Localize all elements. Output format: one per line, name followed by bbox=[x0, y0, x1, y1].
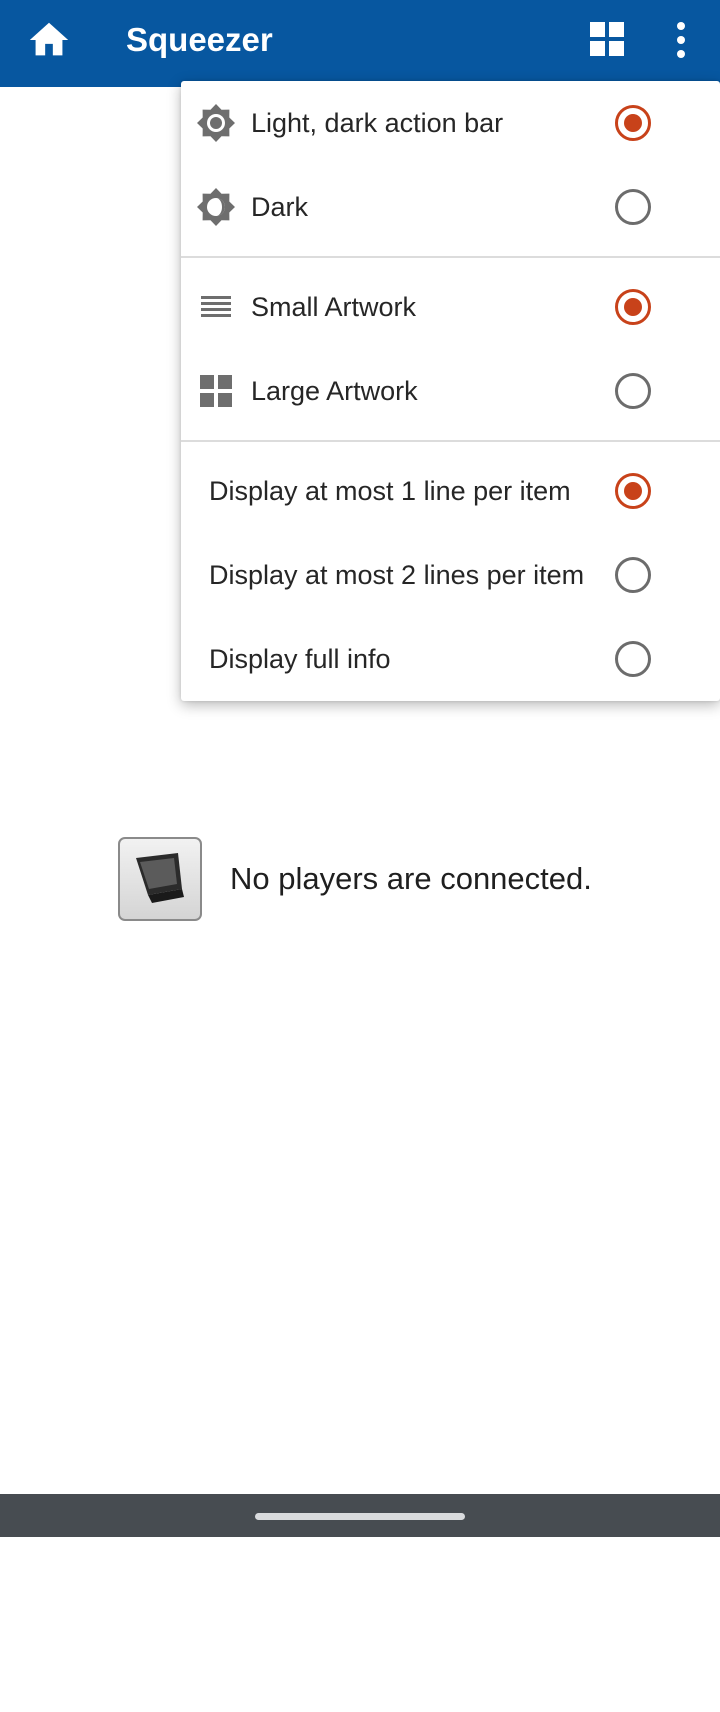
grid-view-icon[interactable] bbox=[590, 22, 626, 58]
app-bar: Squeezer bbox=[0, 0, 720, 87]
menu-item-large-artwork[interactable]: Large Artwork bbox=[181, 349, 720, 433]
radio-button-checked[interactable] bbox=[615, 105, 651, 141]
radio-button[interactable] bbox=[615, 373, 651, 409]
menu-item-label: Display full info bbox=[209, 644, 391, 674]
system-nav-bar bbox=[0, 1494, 720, 1537]
menu-item-theme-light[interactable]: Light, dark action bar bbox=[181, 81, 720, 165]
overflow-menu: Light, dark action bar Dark Small Artwor… bbox=[181, 81, 720, 701]
app-title: Squeezer bbox=[126, 21, 273, 58]
list-icon bbox=[201, 296, 231, 317]
menu-item-small-artwork[interactable]: Small Artwork bbox=[181, 265, 720, 349]
menu-item-display-full-info[interactable]: Display full info bbox=[181, 617, 720, 701]
brightness-icon bbox=[197, 104, 235, 142]
menu-item-display-2-lines[interactable]: Display at most 2 lines per item bbox=[181, 533, 720, 617]
menu-item-label: Large Artwork bbox=[251, 376, 418, 406]
player-device-icon bbox=[118, 837, 202, 921]
menu-item-label: Small Artwork bbox=[251, 292, 417, 322]
menu-item-display-1-line[interactable]: Display at most 1 line per item bbox=[181, 449, 720, 533]
grid-icon bbox=[200, 375, 232, 407]
radio-button-checked[interactable] bbox=[615, 289, 651, 325]
radio-button[interactable] bbox=[615, 189, 651, 225]
dark-mode-icon bbox=[197, 188, 235, 226]
empty-message: No players are connected. bbox=[230, 861, 592, 896]
radio-button-checked[interactable] bbox=[615, 473, 651, 509]
menu-item-label: Dark bbox=[251, 192, 309, 222]
radio-button[interactable] bbox=[615, 641, 651, 677]
menu-item-theme-dark[interactable]: Dark bbox=[181, 165, 720, 249]
menu-divider bbox=[181, 440, 720, 442]
more-vert-icon[interactable] bbox=[662, 18, 700, 62]
menu-item-label: Light, dark action bar bbox=[251, 108, 504, 138]
menu-divider bbox=[181, 256, 720, 258]
menu-item-label: Display at most 1 line per item bbox=[209, 476, 571, 506]
gesture-handle[interactable] bbox=[255, 1513, 465, 1520]
radio-button[interactable] bbox=[615, 557, 651, 593]
menu-item-label: Display at most 2 lines per item bbox=[209, 560, 585, 590]
home-icon[interactable] bbox=[26, 17, 72, 63]
